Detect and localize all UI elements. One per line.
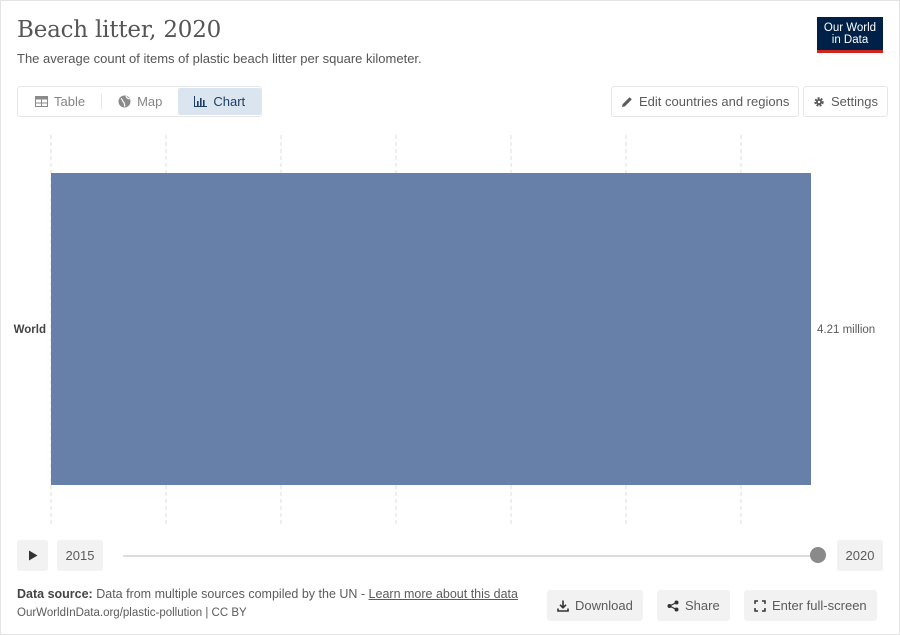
tab-chart-label: Chart xyxy=(213,94,246,109)
chart-title: Beach litter, 2020 xyxy=(17,17,222,43)
timeline-handle[interactable] xyxy=(810,547,826,563)
download-label: Download xyxy=(575,598,633,613)
logo-line-1: Our World xyxy=(823,22,877,34)
bar-world[interactable] xyxy=(51,173,811,485)
share-label: Share xyxy=(685,598,720,613)
category-label[interactable]: World xyxy=(14,324,46,336)
tab-map-label: Map xyxy=(137,94,163,109)
table-icon xyxy=(35,96,48,107)
data-source-label: Data source: xyxy=(17,587,93,601)
logo-line-2: in Data xyxy=(831,34,869,46)
play-icon xyxy=(28,550,38,561)
fullscreen-button[interactable]: Enter full-screen xyxy=(744,590,877,621)
share-button[interactable]: Share xyxy=(657,590,730,621)
edit-countries-label: Edit countries and regions xyxy=(639,94,790,109)
data-source: Data source: Data from multiple sources … xyxy=(17,587,518,601)
tab-table[interactable]: Table xyxy=(19,88,101,115)
share-icon xyxy=(667,600,679,612)
view-tabs: Table Map Chart xyxy=(17,86,262,117)
chart-area: World 4.21 million xyxy=(0,130,900,530)
learn-more-link[interactable]: Learn more about this data xyxy=(369,587,518,601)
tab-table-label: Table xyxy=(54,94,86,109)
settings-button[interactable]: Settings xyxy=(803,86,888,117)
chart-subtitle: The average count of items of plastic be… xyxy=(17,51,422,66)
owid-logo[interactable]: Our World in Data xyxy=(817,17,883,53)
pencil-icon xyxy=(621,96,633,108)
settings-label: Settings xyxy=(831,94,878,109)
chart-icon xyxy=(194,96,208,107)
footer-url: OurWorldInData.org/plastic-pollution | C… xyxy=(17,607,247,619)
download-button[interactable]: Download xyxy=(547,590,643,621)
timeline-start-year[interactable]: 2015 xyxy=(57,540,103,571)
value-label: 4.21 million xyxy=(817,324,875,336)
expand-icon xyxy=(754,599,766,612)
gear-icon xyxy=(813,96,825,108)
globe-icon xyxy=(118,95,131,108)
tab-chart[interactable]: Chart xyxy=(178,88,262,115)
timeline-track[interactable] xyxy=(123,555,818,557)
data-source-text: Data from multiple sources compiled by t… xyxy=(96,587,369,601)
play-button[interactable] xyxy=(17,540,48,571)
tab-map[interactable]: Map xyxy=(102,88,178,115)
edit-countries-button[interactable]: Edit countries and regions xyxy=(611,86,800,117)
bar-chart: World 4.21 million xyxy=(14,135,875,525)
timeline-end-year[interactable]: 2020 xyxy=(837,540,883,571)
fullscreen-label: Enter full-screen xyxy=(772,598,867,613)
download-icon xyxy=(557,600,569,612)
timeline: 2015 2020 xyxy=(17,540,883,571)
